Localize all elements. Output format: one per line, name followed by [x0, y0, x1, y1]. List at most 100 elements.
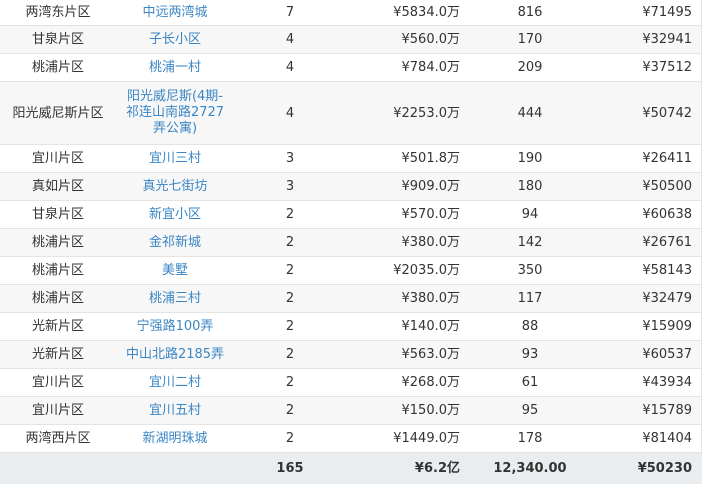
- area-cell: 88: [468, 312, 592, 341]
- unit-price-cell: ¥15789: [592, 396, 702, 425]
- community-cell: 宁强路100弄: [116, 312, 234, 341]
- community-cell: 新湖明珠城: [116, 424, 234, 453]
- total-price-cell: ¥563.0万: [346, 340, 468, 369]
- area-cell: 180: [468, 172, 592, 201]
- table-row: 桃浦片区 美墅 2 ¥2035.0万 350 ¥58143: [0, 256, 702, 285]
- table-row: 宜川片区 宜川五村 2 ¥150.0万 95 ¥15789: [0, 396, 702, 425]
- total-price-cell: ¥784.0万: [346, 53, 468, 82]
- community-link[interactable]: 新宜小区: [149, 207, 201, 222]
- unit-price-cell: ¥60638: [592, 200, 702, 229]
- listing-table-body: 两湾东片区 中远两湾城 7 ¥5834.0万 816 ¥71495 甘泉片区 子…: [0, 0, 702, 484]
- unit-price-cell: ¥60537: [592, 340, 702, 369]
- area-cell: 61: [468, 368, 592, 397]
- listing-count-cell: 7: [234, 0, 346, 26]
- table-row: 两湾东片区 中远两湾城 7 ¥5834.0万 816 ¥71495: [0, 0, 702, 26]
- table-row: 宜川片区 宜川二村 2 ¥268.0万 61 ¥43934: [0, 368, 702, 397]
- community-cell: 桃浦三村: [116, 284, 234, 313]
- community-link[interactable]: 美墅: [162, 263, 188, 278]
- total-row: 165 ¥6.2亿 12,340.00 ¥50230: [0, 452, 702, 484]
- total-price-cell: ¥1449.0万: [346, 424, 468, 453]
- district-cell: 甘泉片区: [0, 200, 116, 229]
- unit-price-cell: ¥43934: [592, 368, 702, 397]
- community-link[interactable]: 新湖明珠城: [142, 431, 207, 446]
- unit-price-cell: ¥26761: [592, 228, 702, 257]
- total-area-sum-cell: 12,340.00: [468, 452, 592, 484]
- area-cell: 93: [468, 340, 592, 369]
- unit-price-cell: ¥32479: [592, 284, 702, 313]
- unit-price-cell: ¥81404: [592, 424, 702, 453]
- community-cell: 桃浦一村: [116, 53, 234, 82]
- area-cell: 350: [468, 256, 592, 285]
- unit-price-cell: ¥32941: [592, 25, 702, 54]
- district-cell: 桃浦片区: [0, 284, 116, 313]
- listing-count-cell: 2: [234, 340, 346, 369]
- area-cell: 117: [468, 284, 592, 313]
- unit-price-cell: ¥50500: [592, 172, 702, 201]
- listing-count-cell: 2: [234, 200, 346, 229]
- area-cell: 142: [468, 228, 592, 257]
- total-price-cell: ¥150.0万: [346, 396, 468, 425]
- area-cell: 209: [468, 53, 592, 82]
- community-cell: 中山北路2185弄: [116, 340, 234, 369]
- community-link[interactable]: 桃浦一村: [149, 60, 201, 75]
- community-link[interactable]: 宜川二村: [149, 375, 201, 390]
- listing-count-cell: 2: [234, 396, 346, 425]
- community-link[interactable]: 中山北路2185弄: [126, 347, 224, 362]
- community-cell: 金祁新城: [116, 228, 234, 257]
- total-price-cell: ¥909.0万: [346, 172, 468, 201]
- unit-price-cell: ¥37512: [592, 53, 702, 82]
- district-cell: 宜川片区: [0, 144, 116, 173]
- total-district-cell: [0, 452, 116, 484]
- total-price-cell: ¥570.0万: [346, 200, 468, 229]
- table-row: 光新片区 中山北路2185弄 2 ¥563.0万 93 ¥60537: [0, 340, 702, 369]
- community-cell: 宜川二村: [116, 368, 234, 397]
- community-cell: 中远两湾城: [116, 0, 234, 26]
- table-row: 宜川片区 宜川三村 3 ¥501.8万 190 ¥26411: [0, 144, 702, 173]
- district-cell: 甘泉片区: [0, 25, 116, 54]
- listing-table-container: 两湾东片区 中远两湾城 7 ¥5834.0万 816 ¥71495 甘泉片区 子…: [0, 0, 702, 484]
- table-row: 阳光威尼斯片区 阳光威尼斯(4期-祁连山南路2727弄公寓) 4 ¥2253.0…: [0, 81, 702, 145]
- community-link[interactable]: 真光七街坊: [142, 179, 207, 194]
- listing-count-cell: 2: [234, 284, 346, 313]
- district-cell: 真如片区: [0, 172, 116, 201]
- listing-table: 两湾东片区 中远两湾城 7 ¥5834.0万 816 ¥71495 甘泉片区 子…: [0, 0, 702, 484]
- community-link[interactable]: 宜川五村: [149, 403, 201, 418]
- community-cell: 宜川三村: [116, 144, 234, 173]
- total-price-cell: ¥2035.0万: [346, 256, 468, 285]
- listing-count-cell: 4: [234, 81, 346, 145]
- listing-count-cell: 4: [234, 25, 346, 54]
- listing-count-cell: 2: [234, 368, 346, 397]
- district-cell: 桃浦片区: [0, 256, 116, 285]
- community-cell: 真光七街坊: [116, 172, 234, 201]
- unit-price-cell: ¥71495: [592, 0, 702, 26]
- total-price-sum-cell: ¥6.2亿: [346, 452, 468, 484]
- unit-price-cell: ¥58143: [592, 256, 702, 285]
- table-row: 真如片区 真光七街坊 3 ¥909.0万 180 ¥50500: [0, 172, 702, 201]
- community-link[interactable]: 宁强路100弄: [137, 319, 214, 334]
- community-cell: 子长小区: [116, 25, 234, 54]
- unit-price-cell: ¥15909: [592, 312, 702, 341]
- table-row: 两湾西片区 新湖明珠城 2 ¥1449.0万 178 ¥81404: [0, 424, 702, 453]
- total-price-cell: ¥380.0万: [346, 228, 468, 257]
- total-price-cell: ¥2253.0万: [346, 81, 468, 145]
- listing-count-cell: 2: [234, 312, 346, 341]
- table-row: 桃浦片区 桃浦三村 2 ¥380.0万 117 ¥32479: [0, 284, 702, 313]
- community-link[interactable]: 中远两湾城: [142, 5, 207, 20]
- district-cell: 阳光威尼斯片区: [0, 81, 116, 145]
- community-link[interactable]: 阳光威尼斯(4期-祁连山南路2727弄公寓): [121, 89, 229, 137]
- table-row: 甘泉片区 新宜小区 2 ¥570.0万 94 ¥60638: [0, 200, 702, 229]
- community-link[interactable]: 金祁新城: [149, 235, 201, 250]
- community-link[interactable]: 宜川三村: [149, 151, 201, 166]
- community-link[interactable]: 桃浦三村: [149, 291, 201, 306]
- district-cell: 桃浦片区: [0, 53, 116, 82]
- total-price-cell: ¥140.0万: [346, 312, 468, 341]
- area-cell: 444: [468, 81, 592, 145]
- district-cell: 桃浦片区: [0, 228, 116, 257]
- community-link[interactable]: 子长小区: [149, 32, 201, 47]
- listing-count-cell: 2: [234, 424, 346, 453]
- area-cell: 95: [468, 396, 592, 425]
- area-cell: 170: [468, 25, 592, 54]
- district-cell: 光新片区: [0, 312, 116, 341]
- table-row: 桃浦片区 桃浦一村 4 ¥784.0万 209 ¥37512: [0, 53, 702, 82]
- total-price-cell: ¥560.0万: [346, 25, 468, 54]
